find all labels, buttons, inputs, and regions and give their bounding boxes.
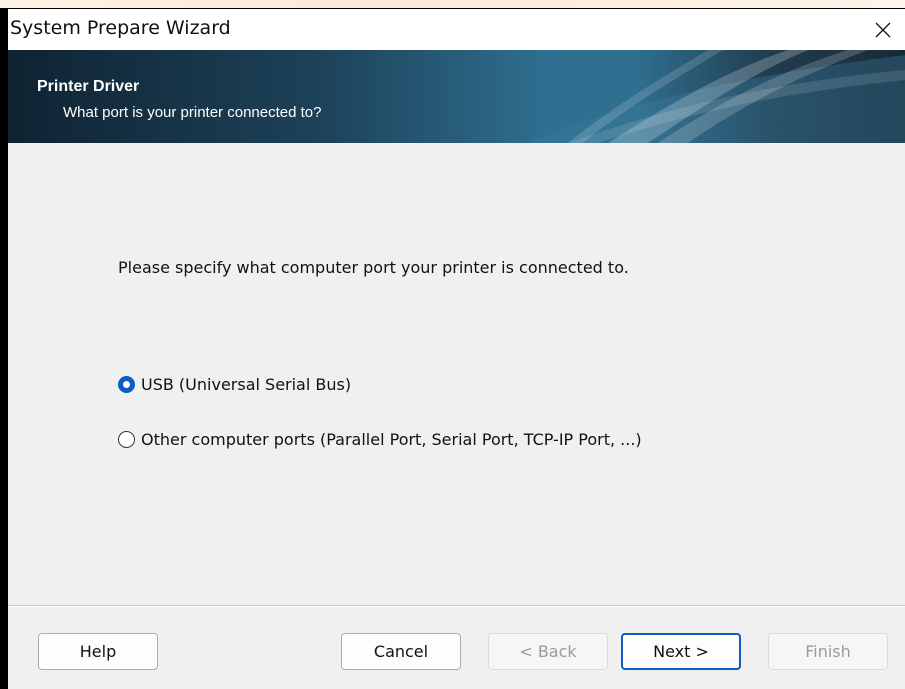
close-button[interactable] <box>861 9 905 50</box>
banner-swoosh-graphic <box>528 50 905 143</box>
next-button[interactable]: Next > <box>621 633 741 670</box>
header-title: Printer Driver <box>37 78 140 95</box>
title-bar: System Prepare Wizard <box>8 9 905 50</box>
window-title: System Prepare Wizard <box>10 17 231 39</box>
wizard-content: Please specify what computer port your p… <box>8 143 905 605</box>
finish-button[interactable]: Finish <box>768 633 888 670</box>
wizard-header-banner: Printer Driver What port is your printer… <box>8 50 905 143</box>
radio-option-other-ports[interactable]: Other computer ports (Parallel Port, Ser… <box>118 430 642 449</box>
button-bar: Help Cancel < Back Next > Finish <box>8 607 905 689</box>
wizard-dialog: System Prepare Wizard Printer Driver Wha… <box>8 9 905 689</box>
radio-unselected-icon[interactable] <box>118 431 135 448</box>
close-icon <box>875 22 891 37</box>
radio-option-usb[interactable]: USB (Universal Serial Bus) <box>118 375 351 394</box>
back-button[interactable]: < Back <box>488 633 608 670</box>
header-subtitle: What port is your printer connected to? <box>63 104 322 121</box>
cancel-button[interactable]: Cancel <box>341 633 461 670</box>
help-button[interactable]: Help <box>38 633 158 670</box>
radio-selected-icon[interactable] <box>118 376 135 393</box>
instruction-text: Please specify what computer port your p… <box>118 258 629 277</box>
radio-label-other-ports: Other computer ports (Parallel Port, Ser… <box>141 430 642 449</box>
background-tint <box>0 0 905 8</box>
radio-label-usb: USB (Universal Serial Bus) <box>141 375 352 394</box>
